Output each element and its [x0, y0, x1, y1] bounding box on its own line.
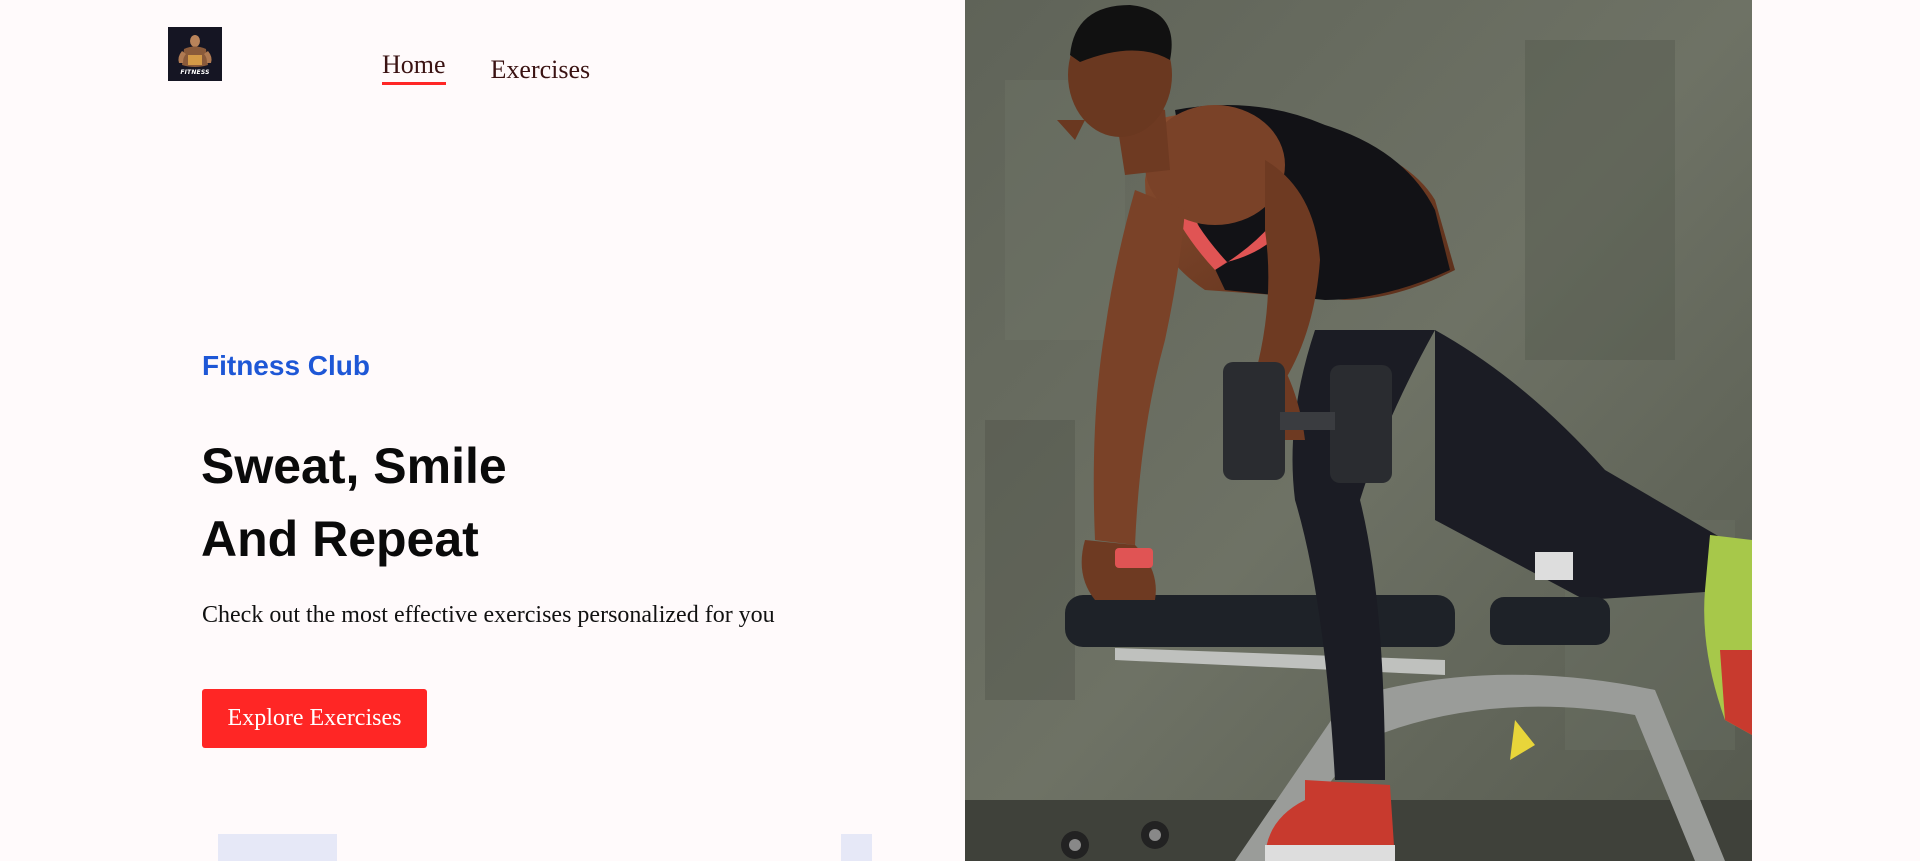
hero-subtitle: Check out the most effective exercises p…: [202, 602, 775, 628]
hero-eyebrow: Fitness Club: [202, 350, 371, 381]
decorative-block: [218, 834, 337, 861]
logo-text: FITNESS: [180, 69, 210, 76]
decorative-block: [841, 834, 872, 861]
hero-banner-image: [965, 0, 1752, 861]
main-nav: Home Exercises: [382, 50, 590, 85]
athlete-dumbbell-row-image: [965, 0, 1752, 861]
hero-title: Sweat, Smile And Repeat: [201, 430, 507, 576]
hero-title-line-2: And Repeat: [201, 511, 479, 567]
nav-link-home[interactable]: Home: [382, 50, 446, 85]
hero-title-line-1: Sweat, Smile: [201, 438, 507, 494]
site-logo[interactable]: FITNESS: [168, 27, 222, 81]
nav-link-exercises[interactable]: Exercises: [491, 55, 591, 85]
explore-exercises-button[interactable]: Explore Exercises: [202, 689, 427, 748]
